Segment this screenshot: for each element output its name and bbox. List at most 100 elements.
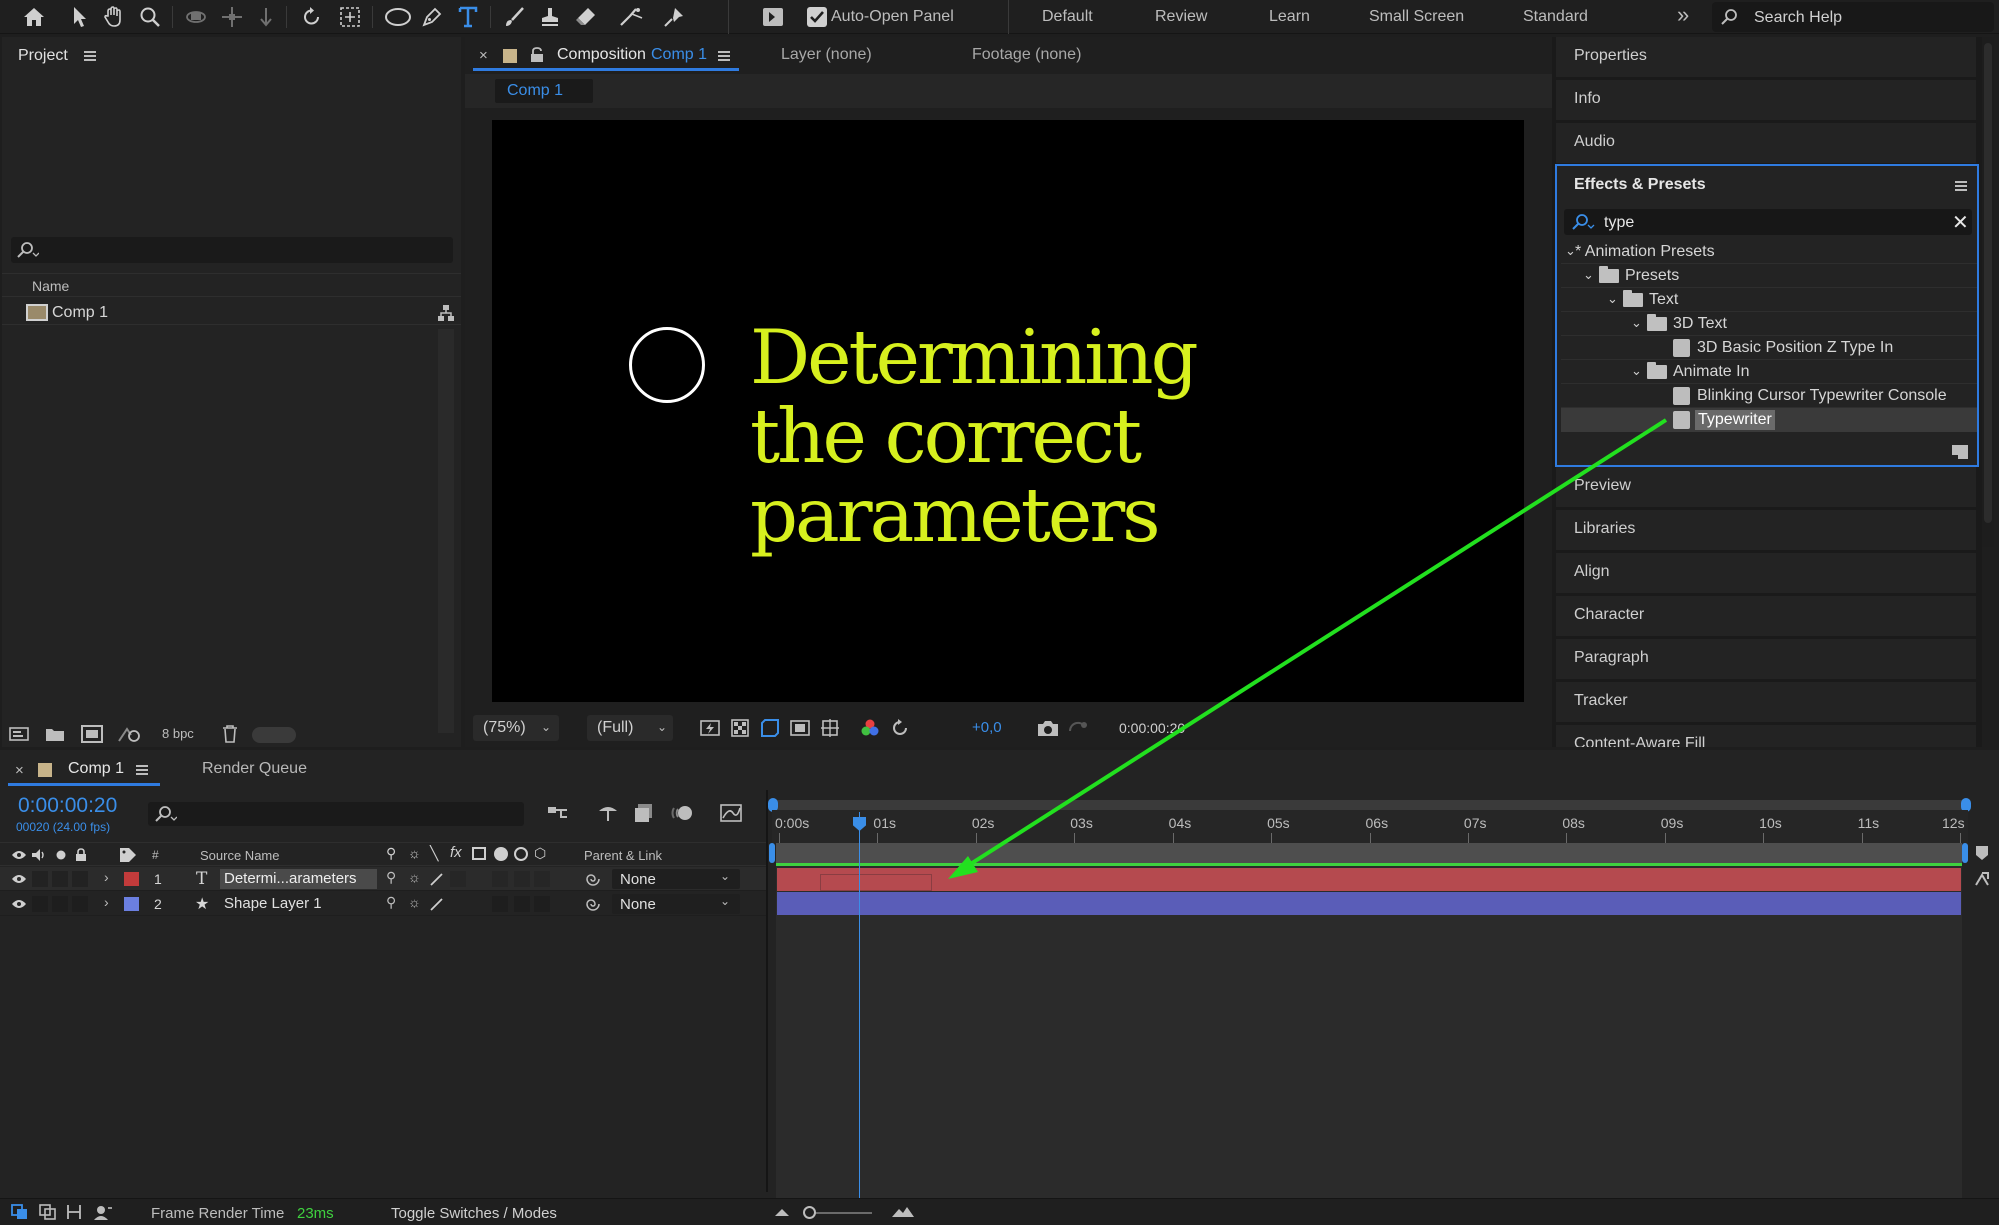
pan-camera-icon[interactable] (218, 3, 246, 31)
layer-1-keyframe-region[interactable] (820, 874, 932, 891)
parent-pick-whip-icon[interactable] (584, 896, 602, 912)
quality-switch-icon[interactable]: ╲ (430, 845, 438, 862)
motion-blur-switch[interactable] (514, 896, 530, 912)
project-menu-icon[interactable] (84, 51, 96, 61)
project-settings-icon[interactable] (116, 724, 142, 744)
align-panel-header[interactable]: Align (1556, 553, 1976, 593)
effects-switch-icon[interactable]: fx (450, 844, 462, 861)
content-aware-fill-panel-header[interactable]: Content-Aware Fill (1556, 725, 1976, 747)
toggle-switches-modes-button[interactable]: Toggle Switches / Modes (391, 1205, 557, 1222)
libraries-panel-header[interactable]: Libraries (1556, 510, 1976, 550)
comp-subtab[interactable]: Comp 1 (495, 79, 593, 103)
region-of-interest-icon[interactable] (759, 717, 781, 739)
panel-toggle-icon[interactable] (760, 4, 786, 30)
lock-switch[interactable] (72, 896, 88, 912)
tree-row-animation-presets[interactable]: ⌄ * Animation Presets (1561, 240, 1977, 264)
workspace-small-screen[interactable]: Small Screen (1369, 8, 1464, 26)
search-help-field[interactable]: Search Help (1712, 2, 1994, 32)
motion-blur-switch-icon[interactable] (494, 847, 508, 861)
collapse-switch-icon[interactable]: ☼ (408, 869, 421, 885)
home-icon[interactable] (20, 3, 48, 31)
layer-label-color[interactable] (124, 872, 139, 886)
layer-2-duration-bar[interactable] (777, 892, 1961, 915)
column-name-label[interactable]: Name (32, 278, 69, 294)
interpret-footage-icon[interactable] (8, 724, 30, 744)
layer-tab[interactable]: Layer (none) (781, 46, 872, 64)
paragraph-panel-header[interactable]: Paragraph (1556, 639, 1976, 679)
workspace-default[interactable]: Default (1042, 8, 1093, 26)
parent-dropdown[interactable]: None ⌄ (612, 894, 740, 914)
composition-tab-prefix[interactable]: Composition (557, 46, 646, 64)
time-navigator[interactable] (772, 800, 1968, 810)
shy-switch-icon[interactable]: ⚲ (386, 845, 396, 862)
effect-switch[interactable] (450, 871, 466, 887)
layer-marker-icon[interactable] (1972, 870, 1992, 890)
current-time-indicator[interactable] (859, 812, 860, 1199)
resolution-dropdown[interactable]: (Full) ⌄ (587, 715, 673, 741)
workspace-overflow-icon[interactable]: » (1677, 2, 1689, 28)
collapse-switch-icon[interactable]: ☼ (408, 845, 421, 861)
expand-chevron-icon[interactable]: › (104, 894, 109, 910)
3d-layer-switch-icon[interactable]: ⬡ (534, 845, 546, 862)
audio-panel-header[interactable]: Audio (1556, 123, 1976, 163)
effects-presets-title[interactable]: Effects & Presets (1574, 176, 1706, 194)
info-panel-header[interactable]: Info (1556, 80, 1976, 120)
dolly-camera-icon[interactable] (252, 3, 280, 31)
bit-depth-label[interactable]: 8 bpc (162, 726, 194, 741)
reset-exposure-icon[interactable] (889, 717, 911, 739)
magnification-dropdown[interactable]: (75%) ⌄ (473, 715, 559, 741)
tree-row-text[interactable]: ⌄ Text (1561, 288, 1977, 312)
video-visibility-icon[interactable] (10, 846, 28, 864)
parent-pick-whip-icon[interactable] (584, 871, 602, 887)
comp-marker-icon[interactable] (1972, 843, 1992, 863)
audio-switch[interactable] (32, 871, 48, 887)
color-channels-icon[interactable] (859, 717, 881, 739)
tree-row-3d-text[interactable]: ⌄ 3D Text (1561, 312, 1977, 336)
frame-blend-switch[interactable] (492, 871, 508, 887)
ellipse-tool-icon[interactable] (382, 3, 414, 31)
timeline-zoom-slider-thumb[interactable] (803, 1206, 816, 1219)
new-composition-icon[interactable] (80, 724, 104, 744)
tree-row-animate-in[interactable]: ⌄ Animate In (1561, 360, 1977, 384)
effects-search-field[interactable]: type ✕ (1564, 209, 1972, 235)
current-time-field[interactable]: 0:00:00:20 (1109, 715, 1209, 741)
hand-tool-icon[interactable] (100, 3, 128, 31)
collapse-switch-icon[interactable]: ☼ (408, 894, 421, 910)
timeline-menu-icon[interactable] (136, 765, 148, 775)
motion-blur-switch[interactable] (514, 871, 530, 887)
shape-layer-circle[interactable] (629, 327, 705, 403)
layer-label-color[interactable] (124, 897, 139, 911)
orbit-camera-icon[interactable] (182, 3, 210, 31)
label-icon[interactable] (118, 846, 138, 864)
frame-blend-switch-icon[interactable] (472, 847, 486, 860)
brush-tool-icon[interactable] (500, 3, 528, 31)
adjustment-switch-icon[interactable] (514, 847, 528, 861)
work-area-start-handle[interactable] (769, 843, 775, 863)
solo-icon[interactable] (52, 846, 70, 864)
parent-dropdown[interactable]: None ⌄ (612, 869, 740, 889)
shy-switch-icon[interactable]: ⚲ (386, 869, 396, 886)
project-scrollbar[interactable] (438, 329, 454, 733)
transfer-controls-toggle-icon[interactable] (38, 1203, 58, 1221)
shy-layers-icon[interactable] (596, 802, 620, 824)
new-bin-icon[interactable] (1949, 442, 1971, 462)
flowchart-icon[interactable] (436, 303, 456, 323)
selection-tool-icon[interactable] (66, 3, 94, 31)
timeline-search-field[interactable] (148, 802, 524, 826)
frame-blending-icon[interactable] (632, 802, 656, 824)
zoom-in-mountain-icon[interactable] (890, 1203, 916, 1221)
close-icon[interactable]: × (15, 762, 24, 779)
video-visibility-icon[interactable] (10, 896, 28, 912)
clear-search-icon[interactable]: ✕ (1952, 210, 1969, 235)
tracker-panel-header[interactable]: Tracker (1556, 682, 1976, 722)
lock-switch[interactable] (72, 871, 88, 887)
graph-editor-icon[interactable] (718, 802, 744, 824)
eraser-icon[interactable] (572, 3, 600, 31)
audio-icon[interactable] (30, 846, 48, 864)
zoom-tool-icon[interactable] (136, 3, 164, 31)
pan-behind-icon[interactable] (336, 3, 364, 31)
lock-icon[interactable] (72, 846, 90, 864)
project-item-row[interactable]: Comp 1 (2, 301, 461, 325)
project-search-field[interactable] (11, 237, 453, 263)
toggle-mask-icon[interactable] (789, 717, 811, 739)
